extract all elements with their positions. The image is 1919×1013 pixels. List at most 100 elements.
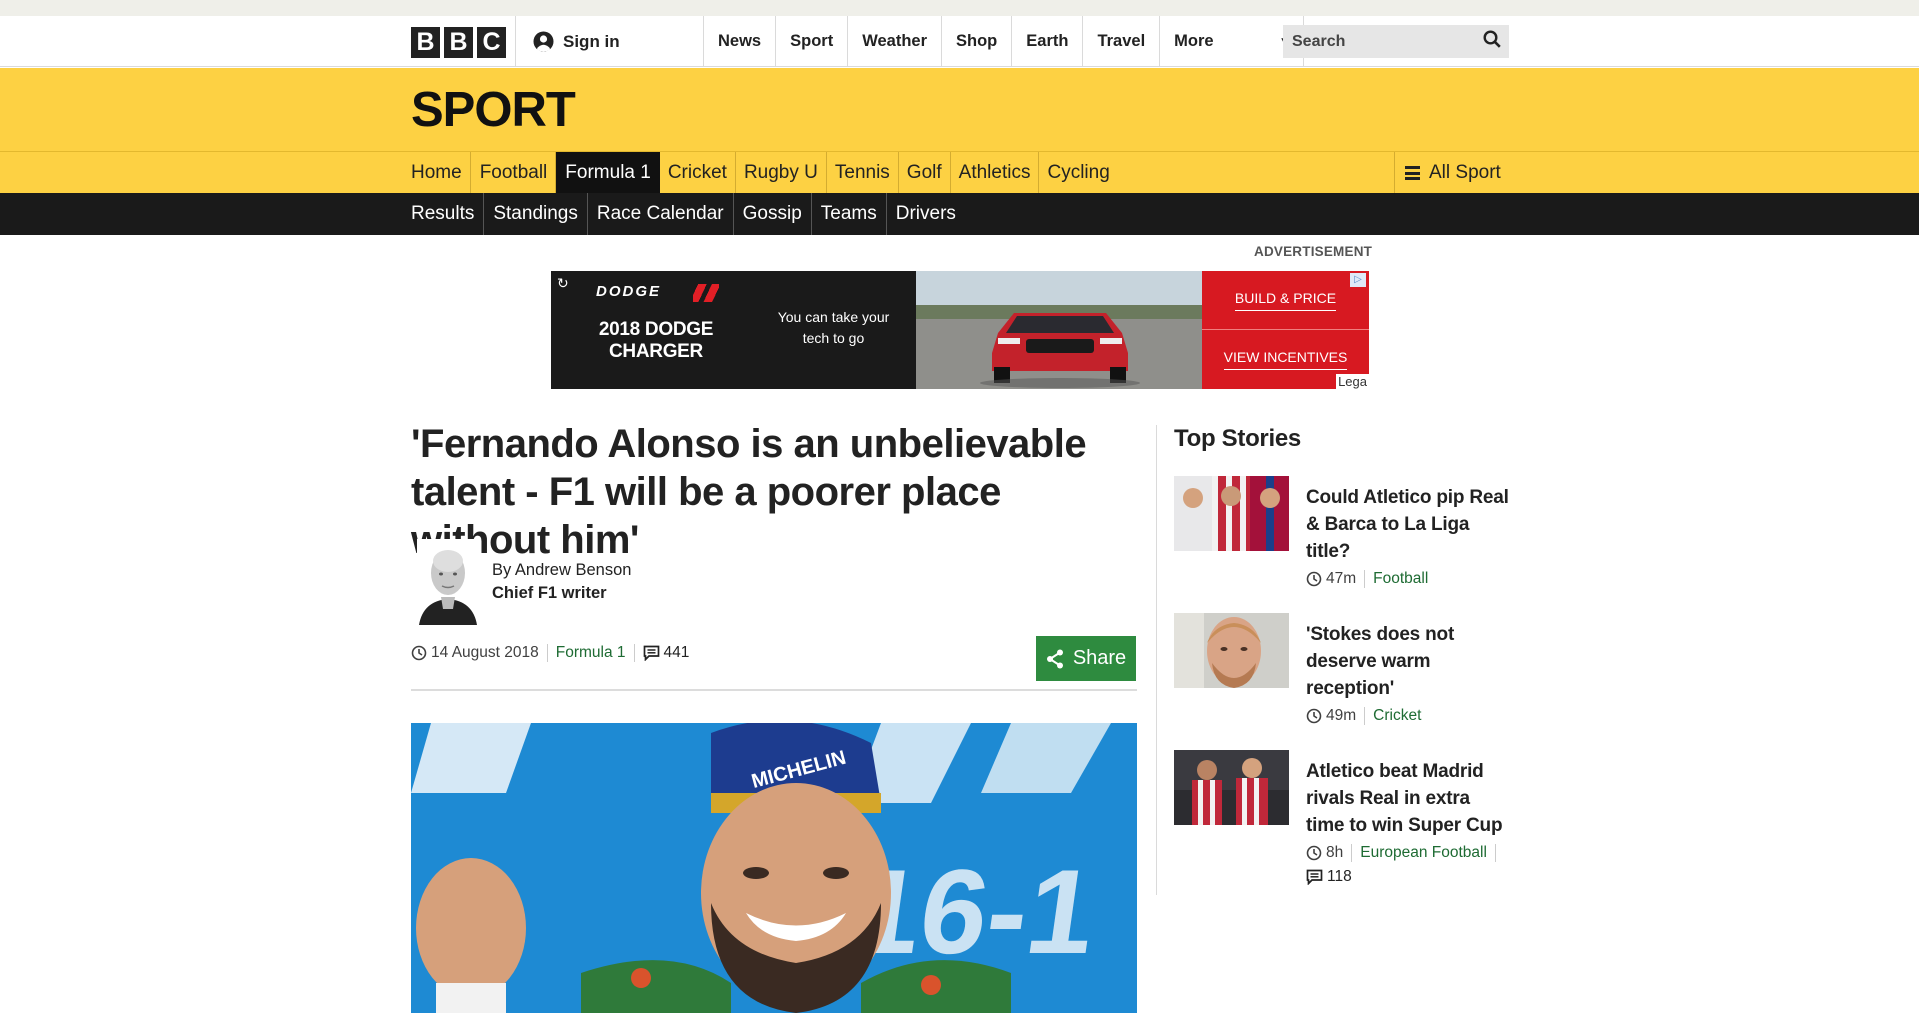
story-meta: 47m Football: [1306, 570, 1511, 588]
column-divider: [1156, 425, 1157, 895]
story-comment-count: 118: [1327, 868, 1352, 885]
ad-tagline: You can take your tech to go: [777, 309, 890, 346]
sport-nav-rugby-union[interactable]: Rugby U: [736, 152, 827, 194]
nav-more-label: More: [1174, 32, 1214, 50]
author-role: Chief F1 writer: [492, 584, 607, 602]
clock-icon: [1306, 708, 1322, 724]
dodge-advert-banner[interactable]: ↻ DODGE 2018 DODGE CHARGER You can take …: [551, 271, 1369, 389]
sport-nav-football[interactable]: Football: [471, 152, 557, 194]
bbc-logo[interactable]: B B C: [411, 27, 506, 58]
dodge-stripes-logo: [693, 284, 719, 302]
comments-icon: [1306, 869, 1323, 885]
meta-separator: [1364, 570, 1366, 588]
subnav-gossip[interactable]: Gossip: [734, 193, 812, 235]
article-hero-image: 16-1 MICHELIN: [411, 723, 1137, 1013]
bbc-global-nav: B B C Sign in News Sport Weather Shop Ea…: [0, 16, 1919, 67]
adchoices-icon[interactable]: ▷: [1350, 273, 1366, 287]
story-topic-link[interactable]: European Football: [1360, 844, 1487, 862]
nav-link-news[interactable]: News: [703, 16, 775, 67]
story-title[interactable]: Could Atletico pip Real & Barca to La Li…: [1306, 484, 1511, 565]
sport-nav-golf[interactable]: Golf: [899, 152, 951, 194]
story-comments[interactable]: 118: [1306, 868, 1511, 886]
browser-top-strip: [0, 0, 1919, 16]
subnav-teams[interactable]: Teams: [812, 193, 887, 235]
story-time: 8h: [1326, 844, 1344, 861]
bbc-logo-letter: C: [477, 27, 506, 58]
subnav-standings[interactable]: Standings: [484, 193, 588, 235]
sport-nav-athletics[interactable]: Athletics: [951, 152, 1040, 194]
clock-icon: [1306, 571, 1322, 587]
story-meta: 49m Cricket: [1306, 707, 1511, 725]
all-sport-label: All Sport: [1429, 162, 1501, 183]
top-story-item[interactable]: Could Atletico pip Real & Barca to La Li…: [1174, 476, 1509, 596]
top-stories-title: Top Stories: [1174, 425, 1301, 452]
formula1-sub-nav: Results Standings Race Calendar Gossip T…: [0, 193, 1919, 235]
top-story-item[interactable]: 'Stokes does not deserve warm reception'…: [1174, 613, 1509, 733]
subnav-race-calendar[interactable]: Race Calendar: [588, 193, 734, 235]
story-time: 47m: [1326, 570, 1357, 587]
reload-icon[interactable]: ↻: [557, 275, 569, 292]
nav-link-sport[interactable]: Sport: [775, 16, 847, 67]
sport-masthead: SPORT: [0, 68, 1919, 151]
ad-car-image: [916, 271, 1202, 389]
sport-nav-cycling[interactable]: Cycling: [1039, 152, 1117, 194]
top-stories: Top Stories Could Atletico pip Real & Ba…: [1174, 425, 1509, 885]
subnav-results[interactable]: Results: [411, 193, 485, 235]
build-price-button[interactable]: BUILD & PRICE: [1202, 271, 1369, 330]
hamburger-icon: [1405, 166, 1420, 180]
meta-separator: [1364, 707, 1366, 725]
user-icon: [533, 31, 554, 53]
share-button[interactable]: Share: [1036, 636, 1136, 681]
subnav-drivers[interactable]: Drivers: [887, 193, 965, 235]
sport-nav-cricket[interactable]: Cricket: [660, 152, 736, 194]
nav-link-weather[interactable]: Weather: [847, 16, 941, 67]
article-divider: [411, 689, 1137, 691]
author-name: By Andrew Benson: [492, 561, 632, 579]
article-topic-link[interactable]: Formula 1: [556, 644, 626, 662]
author-avatar: [417, 539, 479, 625]
ad-brand: DODGE: [596, 283, 662, 300]
bbc-logo-letter: B: [411, 27, 440, 58]
meta-separator: [633, 644, 635, 662]
view-incentives-label: VIEW INCENTIVES: [1223, 349, 1348, 370]
sport-nav-formula-1[interactable]: Formula 1: [556, 152, 660, 194]
signin-link[interactable]: Sign in: [533, 16, 620, 67]
story-time: 49m: [1326, 707, 1357, 724]
sport-nav-tennis[interactable]: Tennis: [827, 152, 899, 194]
clock-icon: [1306, 845, 1322, 861]
meta-separator: [546, 644, 548, 662]
signin-label: Sign in: [563, 31, 620, 51]
article-meta: 14 August 2018 Formula 1 441: [411, 644, 689, 662]
article: 'Fernando Alonso is an unbelievable tale…: [411, 420, 1137, 1013]
search-input[interactable]: [1292, 32, 1472, 51]
story-topic-link[interactable]: Football: [1373, 570, 1428, 588]
story-thumbnail[interactable]: [1174, 476, 1289, 551]
sport-title[interactable]: SPORT: [411, 82, 576, 138]
ad-model: 2018 DODGE CHARGER: [598, 319, 714, 362]
ad-left-panel: ↻ DODGE 2018 DODGE CHARGER You can take …: [551, 271, 916, 389]
nav-divider: [515, 16, 516, 67]
clock-icon: [411, 645, 427, 661]
top-story-item[interactable]: Atletico beat Madrid rivals Real in extr…: [1174, 750, 1509, 900]
nav-link-travel[interactable]: Travel: [1082, 16, 1159, 67]
comments-icon[interactable]: [643, 645, 660, 661]
story-title[interactable]: 'Stokes does not deserve warm reception': [1306, 621, 1511, 702]
article-byline: By Andrew Benson Chief F1 writer: [411, 539, 1137, 629]
nav-link-earth[interactable]: Earth: [1011, 16, 1082, 67]
ad-legal-link[interactable]: Lega: [1336, 374, 1369, 389]
all-sport-menu[interactable]: All Sport: [1394, 152, 1509, 194]
article-comment-count[interactable]: 441: [664, 644, 690, 662]
story-thumbnail[interactable]: [1174, 613, 1289, 688]
story-title[interactable]: Atletico beat Madrid rivals Real in extr…: [1306, 758, 1511, 839]
bbc-logo-letter: B: [444, 27, 473, 58]
share-label: Share: [1072, 647, 1127, 669]
meta-separator: [1351, 844, 1353, 862]
story-topic-link[interactable]: Cricket: [1373, 707, 1421, 725]
search-box: [1283, 25, 1509, 58]
story-thumbnail[interactable]: [1174, 750, 1289, 825]
sport-nav: Home Football Formula 1 Cricket Rugby U …: [0, 151, 1919, 194]
sport-nav-home[interactable]: Home: [411, 152, 471, 194]
advertisement-label: ADVERTISEMENT: [1254, 244, 1373, 259]
search-icon[interactable]: [1483, 30, 1501, 53]
nav-link-shop[interactable]: Shop: [941, 16, 1011, 67]
